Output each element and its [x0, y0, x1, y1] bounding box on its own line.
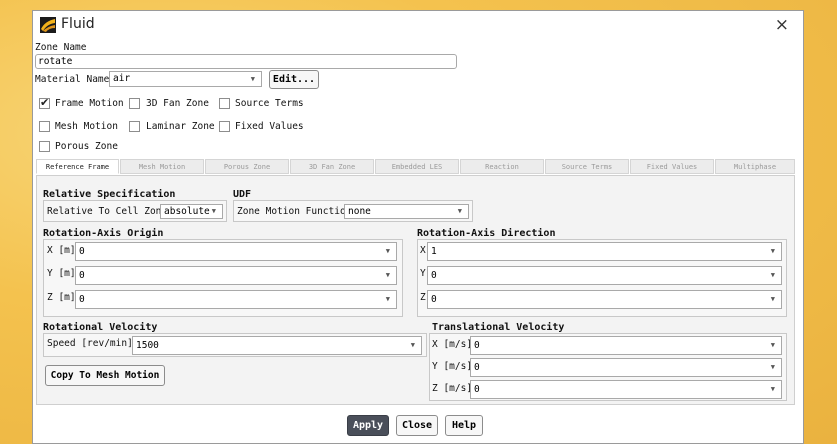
direction-x-input[interactable]: 1 ▼: [427, 242, 782, 261]
rotational-velocity-heading: Rotational Velocity: [43, 322, 158, 333]
tab-reference-frame[interactable]: Reference Frame: [36, 159, 119, 174]
close-icon[interactable]: ×: [775, 15, 789, 35]
edit-material-button[interactable]: Edit...: [269, 70, 319, 89]
title-bar: Fluid ×: [33, 11, 803, 39]
tab-source-terms[interactable]: Source Terms: [545, 159, 629, 174]
relative-cell-zone-value: absolute: [164, 206, 210, 217]
rotation-axis-direction-heading: Rotation-Axis Direction: [417, 228, 556, 239]
zone-motion-function-select[interactable]: none ▼: [344, 204, 469, 219]
mesh-motion-checkbox[interactable]: [39, 121, 50, 132]
relative-cell-zone-label: Relative To Cell Zone: [47, 206, 168, 217]
window-title: Fluid: [61, 16, 95, 32]
origin-z-label: Z [m]: [47, 292, 76, 303]
help-button[interactable]: Help: [445, 415, 483, 436]
origin-y-input[interactable]: 0 ▼: [75, 266, 397, 285]
origin-y-value: 0: [79, 270, 85, 281]
chevron-down-icon: ▼: [385, 271, 390, 279]
trans-y-input[interactable]: 0 ▼: [470, 358, 782, 377]
speed-label: Speed [rev/min]: [47, 338, 133, 349]
chevron-down-icon: ▼: [250, 75, 255, 83]
frame-motion-checkbox[interactable]: [39, 96, 50, 109]
chevron-down-icon: ▼: [770, 385, 775, 393]
trans-z-input[interactable]: 0 ▼: [470, 380, 782, 399]
trans-y-value: 0: [474, 362, 480, 373]
trans-y-label: Y [m/s]: [432, 361, 473, 372]
apply-button[interactable]: Apply: [347, 415, 389, 436]
tab-reaction[interactable]: Reaction: [460, 159, 544, 174]
tab-mesh-motion[interactable]: Mesh Motion: [120, 159, 204, 174]
tab-multiphase[interactable]: Multiphase: [715, 159, 795, 174]
porous-zone-label: Porous Zone: [55, 141, 118, 152]
origin-y-label: Y [m]: [47, 268, 76, 279]
direction-z-label: Z: [420, 292, 426, 303]
chevron-down-icon: ▼: [385, 295, 390, 303]
frame-motion-label: Frame Motion: [55, 98, 124, 109]
zone-motion-function-value: none: [348, 206, 371, 217]
direction-x-value: 1: [431, 246, 437, 257]
laminar-zone-checkbox[interactable]: [129, 121, 140, 132]
udf-heading: UDF: [233, 189, 252, 200]
material-name-label: Material Name: [35, 74, 110, 85]
direction-y-label: Y: [420, 268, 426, 279]
zone-name-label: Zone Name: [35, 42, 87, 53]
origin-x-value: 0: [79, 246, 85, 257]
mesh-motion-label: Mesh Motion: [55, 121, 118, 132]
trans-x-value: 0: [474, 340, 480, 351]
speed-value: 1500: [136, 340, 159, 351]
material-select[interactable]: air ▼: [109, 71, 262, 87]
reference-frame-panel: Relative Specification Relative To Cell …: [36, 175, 795, 405]
fluent-app-icon: [40, 17, 56, 33]
direction-y-value: 0: [431, 270, 437, 281]
fan-zone-3d-label: 3D Fan Zone: [146, 98, 209, 109]
chevron-down-icon: ▼: [770, 295, 775, 303]
tab-embedded-les[interactable]: Embedded LES: [375, 159, 459, 174]
fixed-values-label: Fixed Values: [235, 121, 304, 132]
trans-z-value: 0: [474, 384, 480, 395]
zone-motion-function-label: Zone Motion Function: [237, 206, 352, 217]
rotation-axis-origin-heading: Rotation-Axis Origin: [43, 228, 164, 239]
chevron-down-icon: ▼: [211, 207, 216, 215]
chevron-down-icon: ▼: [770, 271, 775, 279]
close-button[interactable]: Close: [396, 415, 438, 436]
direction-z-value: 0: [431, 294, 437, 305]
porous-zone-checkbox[interactable]: [39, 141, 50, 152]
source-terms-label: Source Terms: [235, 98, 304, 109]
laminar-zone-label: Laminar Zone: [146, 121, 215, 132]
origin-x-label: X [m]: [47, 245, 76, 256]
origin-z-input[interactable]: 0 ▼: [75, 290, 397, 309]
tab-fixed-values[interactable]: Fixed Values: [630, 159, 714, 174]
material-value: air: [113, 73, 131, 84]
chevron-down-icon: ▼: [410, 341, 415, 349]
speed-input[interactable]: 1500 ▼: [132, 336, 422, 355]
trans-x-label: X [m/s]: [432, 339, 473, 350]
copy-to-mesh-motion-button[interactable]: Copy To Mesh Motion: [45, 365, 165, 386]
chevron-down-icon: ▼: [770, 341, 775, 349]
chevron-down-icon: ▼: [770, 247, 775, 255]
origin-z-value: 0: [79, 294, 85, 305]
zone-name-input[interactable]: rotate: [35, 54, 457, 69]
direction-x-label: X: [420, 245, 426, 256]
fixed-values-checkbox[interactable]: [219, 121, 230, 132]
direction-z-input[interactable]: 0 ▼: [427, 290, 782, 309]
relative-spec-heading: Relative Specification: [43, 189, 176, 200]
fluid-dialog: Fluid × Zone Name rotate Material Name a…: [32, 10, 804, 444]
source-terms-checkbox[interactable]: [219, 98, 230, 109]
trans-x-input[interactable]: 0 ▼: [470, 336, 782, 355]
translational-velocity-heading: Translational Velocity: [432, 322, 565, 333]
origin-x-input[interactable]: 0 ▼: [75, 242, 397, 261]
tab-strip: Reference Frame Mesh Motion Porous Zone …: [36, 159, 795, 176]
chevron-down-icon: ▼: [457, 207, 462, 215]
chevron-down-icon: ▼: [385, 247, 390, 255]
relative-cell-zone-select[interactable]: absolute ▼: [160, 204, 223, 219]
tab-porous-zone[interactable]: Porous Zone: [205, 159, 289, 174]
chevron-down-icon: ▼: [770, 363, 775, 371]
tab-3d-fan-zone[interactable]: 3D Fan Zone: [290, 159, 374, 174]
trans-z-label: Z [m/s]: [432, 383, 473, 394]
fan-zone-3d-checkbox[interactable]: [129, 98, 140, 109]
direction-y-input[interactable]: 0 ▼: [427, 266, 782, 285]
